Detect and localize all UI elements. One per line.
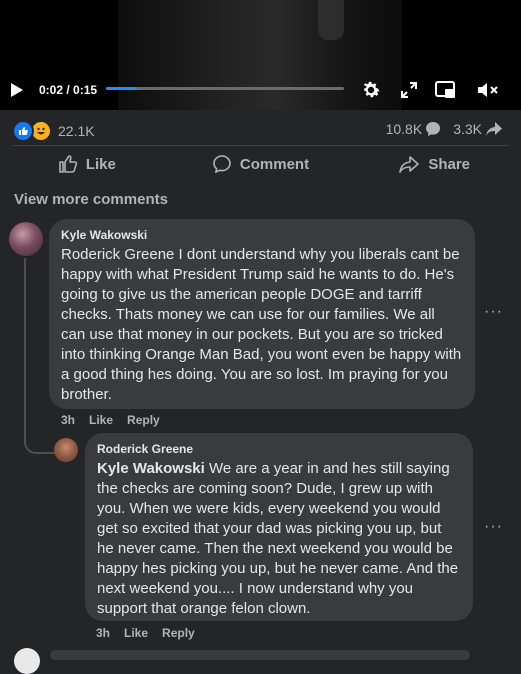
- share-count[interactable]: 3.3K: [453, 121, 503, 137]
- speech-bubble-icon: [213, 155, 231, 174]
- settings-gear-icon: [363, 81, 380, 98]
- comment-meta: 3h Like Reply: [61, 413, 174, 427]
- settings-button[interactable]: [359, 78, 383, 102]
- mute-button[interactable]: [476, 78, 500, 102]
- comment-like-link[interactable]: Like: [124, 626, 148, 640]
- mention-link[interactable]: Kyle Wakowski: [97, 460, 205, 477]
- share-arrow-icon: [486, 122, 502, 136]
- share-icon: [399, 156, 420, 173]
- comment-time[interactable]: 3h: [61, 413, 75, 427]
- comment-reply-link[interactable]: Reply: [127, 413, 160, 427]
- more-options-icon[interactable]: ···: [484, 518, 503, 536]
- seek-bar[interactable]: [106, 87, 344, 90]
- comment-text: Kyle Wakowski We are a year in and hes s…: [97, 460, 459, 617]
- expand-icon: [401, 82, 417, 98]
- more-options-icon[interactable]: ···: [484, 303, 503, 321]
- comment-author[interactable]: Kyle Wakowski: [61, 228, 463, 242]
- comment-author[interactable]: Roderick Greene: [97, 442, 461, 456]
- avatar[interactable]: [9, 222, 43, 256]
- reaction-count: 22.1K: [58, 123, 95, 139]
- comment-bubble: Kyle Wakowski Roderick Greene I dont und…: [49, 219, 475, 409]
- volume-muted-icon: [478, 83, 498, 97]
- comment-reply-link[interactable]: Reply: [162, 626, 195, 640]
- like-button[interactable]: Like: [0, 150, 174, 178]
- comment-icon: [426, 122, 441, 136]
- post-actions: Like Comment Share: [0, 150, 521, 178]
- comment-count[interactable]: 10.8K: [386, 121, 442, 137]
- reaction-summary[interactable]: 22.1K: [12, 120, 95, 142]
- seek-progress: [106, 87, 137, 90]
- comment-like-link[interactable]: Like: [89, 413, 113, 427]
- divider: [12, 145, 509, 146]
- thumbs-up-icon: [59, 155, 77, 173]
- comment-button[interactable]: Comment: [174, 150, 348, 178]
- avatar[interactable]: [54, 438, 78, 462]
- pip-button[interactable]: [434, 78, 458, 102]
- comment-text: Roderick Greene I dont understand why yo…: [61, 246, 462, 403]
- view-more-comments[interactable]: View more comments: [14, 191, 168, 208]
- play-icon: [11, 83, 23, 97]
- video-time: 0:02 / 0:15: [39, 83, 98, 97]
- comment-time[interactable]: 3h: [96, 626, 110, 640]
- share-button[interactable]: Share: [347, 150, 521, 178]
- play-button[interactable]: [10, 76, 30, 104]
- expand-button[interactable]: [397, 78, 421, 102]
- post-stats: 10.8K 3.3K: [374, 121, 503, 137]
- reply-bubble: Roderick Greene Kyle Wakowski We are a y…: [85, 433, 473, 621]
- next-comment-bubble: [50, 650, 470, 660]
- pip-icon: [435, 81, 455, 98]
- like-reaction-icon: [12, 120, 34, 142]
- comment-meta: 3h Like Reply: [96, 626, 209, 640]
- next-avatar: [14, 648, 40, 674]
